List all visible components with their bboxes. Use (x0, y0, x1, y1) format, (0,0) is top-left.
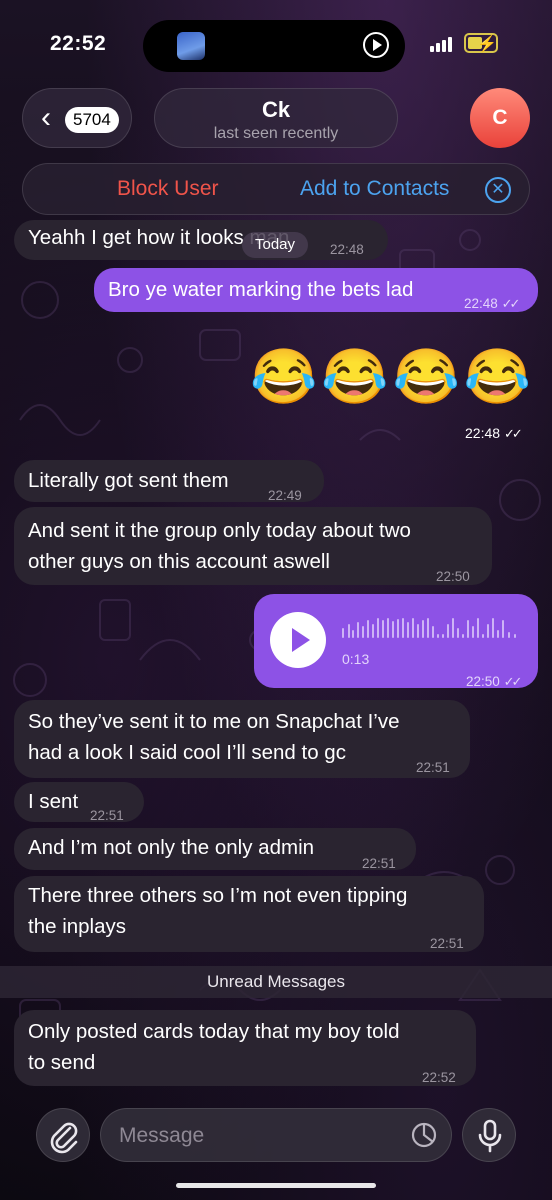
contact-status: last seen recently (213, 125, 339, 142)
message-text-line: There three others so I’m not even tippi… (28, 884, 408, 907)
message-incoming[interactable]: And I’m not only the only admin 22:51 (14, 828, 416, 871)
message-time: 22:48 (464, 296, 498, 311)
cellular-signal-icon (430, 36, 456, 52)
chevron-left-icon: ‹ (41, 101, 51, 134)
now-playing-artwork (177, 32, 205, 60)
battery-icon: ⚡ (464, 33, 498, 53)
message-text: And I’m not only the only admin (28, 836, 315, 859)
message-text: Literally got sent them (28, 469, 229, 492)
unread-count-badge: 5704 (65, 107, 119, 133)
contact-action-bar: Block User Add to Contacts ✕ (22, 163, 530, 215)
home-indicator[interactable] (176, 1183, 376, 1188)
double-check-icon: ✓✓ (501, 296, 521, 311)
message-time: 22:48 (465, 425, 501, 441)
message-time: 22:52 (422, 1070, 456, 1085)
chat-title[interactable]: Ck last seen recently (154, 88, 398, 148)
message-time: 22:51 (362, 856, 396, 871)
message-incoming[interactable]: Literally got sent them 22:49 (14, 460, 324, 503)
emoji-message[interactable]: 😂😂😂😂 (250, 345, 540, 409)
message-text-line: the inplays (28, 915, 127, 938)
microphone-button[interactable] (462, 1108, 516, 1162)
double-check-icon: ✓✓ (503, 426, 523, 441)
play-icon[interactable] (363, 32, 389, 58)
contact-name: Ck (261, 97, 291, 122)
message-text-line: to send (28, 1051, 96, 1074)
message-text-line: Only posted cards today that my boy told (28, 1020, 400, 1043)
add-to-contacts-button[interactable]: Add to Contacts (300, 177, 449, 201)
paperclip-icon (50, 1122, 78, 1154)
message-input-container[interactable] (100, 1108, 452, 1162)
unread-messages-divider: Unread Messages (0, 966, 552, 998)
message-text-line: And sent it the group only today about t… (28, 519, 411, 542)
status-bar: 22:52 ⚡ (0, 0, 552, 90)
message-text: I sent (28, 790, 79, 813)
message-input[interactable] (117, 1119, 401, 1153)
double-check-icon: ✓✓ (503, 674, 523, 689)
waveform[interactable] (342, 616, 517, 638)
message-incoming[interactable]: There three others so I’m not even tippi… (14, 876, 484, 952)
message-text: Bro ye water marking the bets lad (108, 278, 414, 301)
message-time: 22:51 (90, 808, 124, 823)
message-incoming[interactable]: I sent 22:51 (14, 782, 144, 823)
message-incoming[interactable]: And sent it the group only today about t… (14, 507, 492, 585)
date-chip: Today (242, 232, 308, 258)
sticker-icon[interactable] (411, 1122, 437, 1148)
close-icon[interactable]: ✕ (485, 177, 511, 203)
clock: 22:52 (50, 32, 107, 55)
voice-message[interactable]: 0:13 22:50 ✓✓ (254, 594, 538, 689)
message-time: 22:50 (466, 674, 500, 689)
dynamic-island[interactable] (143, 20, 405, 72)
message-incoming[interactable]: Only posted cards today that my boy told… (14, 1010, 476, 1086)
message-incoming[interactable]: So they’ve sent it to me on Snapchat I’v… (14, 700, 470, 778)
message-incoming[interactable]: Yeahh I get how it looks man 22:48 (14, 220, 388, 260)
message-time: 22:50 (436, 569, 470, 584)
message-time: 22:48 (330, 242, 364, 257)
play-icon[interactable] (270, 612, 326, 668)
microphone-icon (478, 1119, 502, 1153)
message-outgoing[interactable]: Bro ye water marking the bets lad 22:48 … (94, 268, 538, 312)
message-text-line: had a look I said cool I’ll send to gc (28, 741, 346, 764)
attach-button[interactable] (36, 1108, 90, 1162)
back-button[interactable]: ‹ 5704 (22, 88, 132, 148)
message-time: 22:51 (416, 760, 450, 775)
message-time: 22:51 (430, 936, 464, 951)
voice-duration: 0:13 (342, 651, 370, 667)
avatar[interactable]: C (470, 88, 530, 148)
message-text-line: So they’ve sent it to me on Snapchat I’v… (28, 710, 400, 733)
block-user-button[interactable]: Block User (117, 177, 219, 201)
message-text-line: other guys on this account aswell (28, 550, 330, 573)
